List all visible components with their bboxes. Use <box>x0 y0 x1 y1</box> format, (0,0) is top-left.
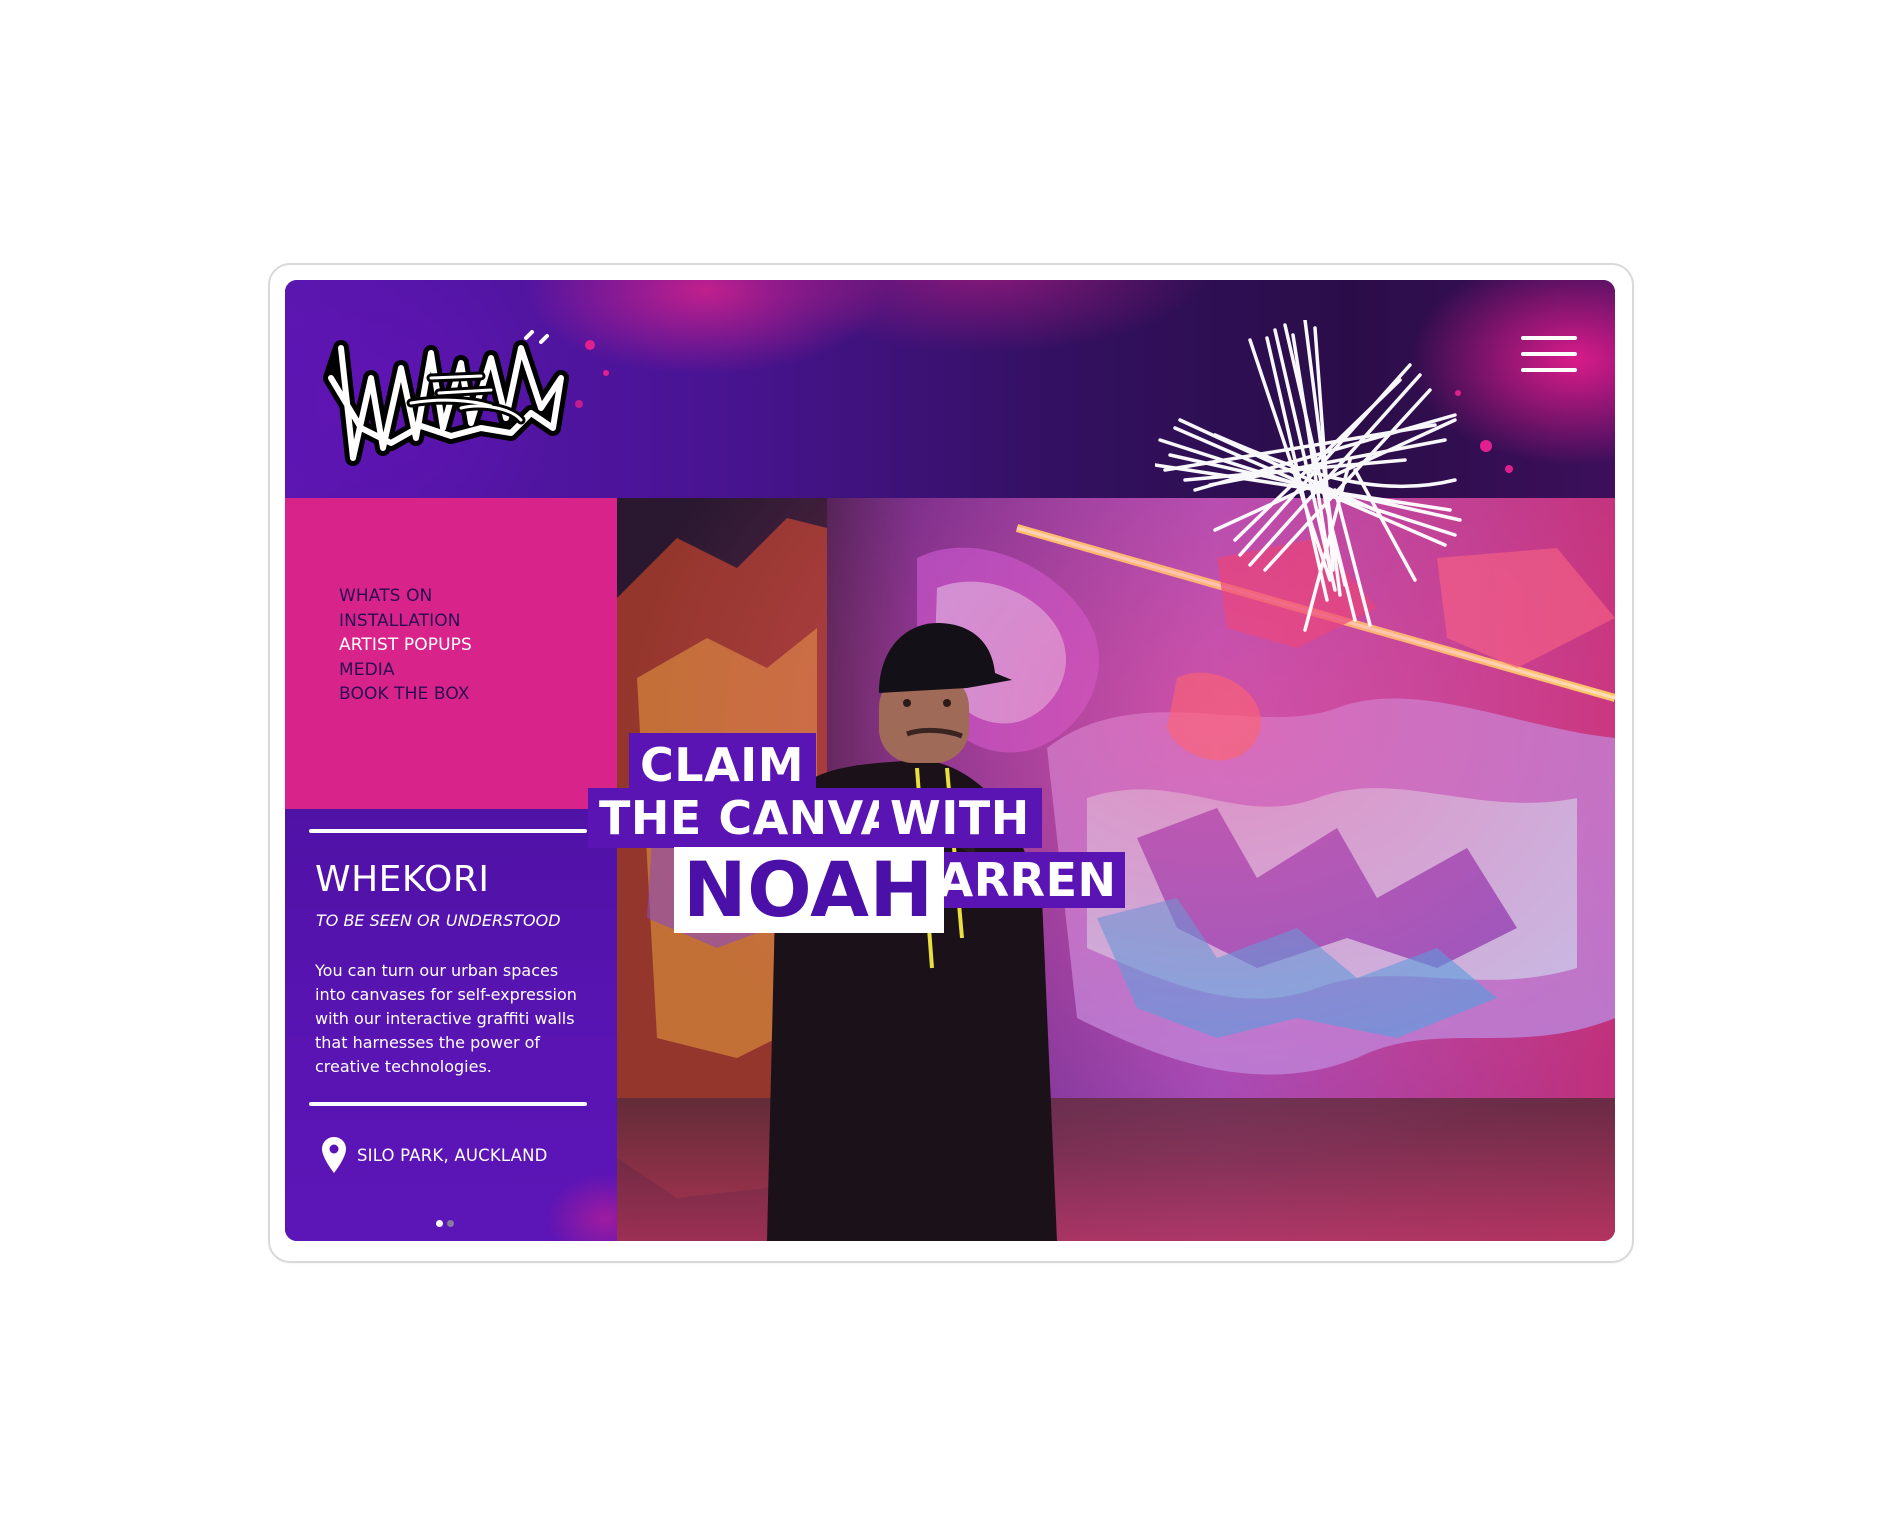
divider <box>309 1102 587 1106</box>
nav-item-whats-on[interactable]: WHATS ON <box>339 584 472 609</box>
paint-speck <box>1455 390 1461 396</box>
header-banner <box>285 280 1615 498</box>
menu-line <box>1521 352 1577 356</box>
nav-item-media[interactable]: MEDIA <box>339 658 472 683</box>
slide-dot-1[interactable] <box>436 1220 443 1227</box>
slide-dot-2[interactable] <box>447 1220 454 1227</box>
info-panel: WHEKORI TO BE SEEN OR UNDERSTOOD You can… <box>285 809 617 1241</box>
divider <box>309 829 587 833</box>
nav-item-book-the-box[interactable]: BOOK THE BOX <box>339 682 472 707</box>
headline-with: WITH <box>879 788 1042 848</box>
nav-panel: WHATS ON INSTALLATION ARTIST POPUPS MEDI… <box>285 498 617 809</box>
headline-noah: NOAH <box>674 847 944 933</box>
info-subtitle: TO BE SEEN OR UNDERSTOOD <box>316 911 561 930</box>
menu-line <box>1521 368 1577 372</box>
nav-item-installation[interactable]: INSTALLATION <box>339 609 472 634</box>
location-label: SILO PARK, AUCKLAND <box>357 1145 548 1165</box>
app-screen: WHATS ON INSTALLATION ARTIST POPUPS MEDI… <box>285 280 1615 1241</box>
info-title: WHEKORI <box>315 859 490 900</box>
location[interactable]: SILO PARK, AUCKLAND <box>321 1136 548 1174</box>
hamburger-menu-icon[interactable] <box>1521 336 1577 376</box>
menu-line <box>1521 336 1577 340</box>
paint-speck <box>1505 465 1513 473</box>
map-pin-icon <box>322 1137 346 1173</box>
slide-indicator <box>436 1220 458 1227</box>
nav-item-artist-popups[interactable]: ARTIST POPUPS <box>339 633 472 658</box>
paint-speck <box>1480 440 1492 452</box>
info-description: You can turn our urban spaces into canva… <box>315 961 577 1076</box>
whekori-logo[interactable] <box>321 308 581 468</box>
main-nav: WHATS ON INSTALLATION ARTIST POPUPS MEDI… <box>339 584 472 707</box>
paint-speck <box>603 370 609 376</box>
paint-speck <box>585 340 595 350</box>
